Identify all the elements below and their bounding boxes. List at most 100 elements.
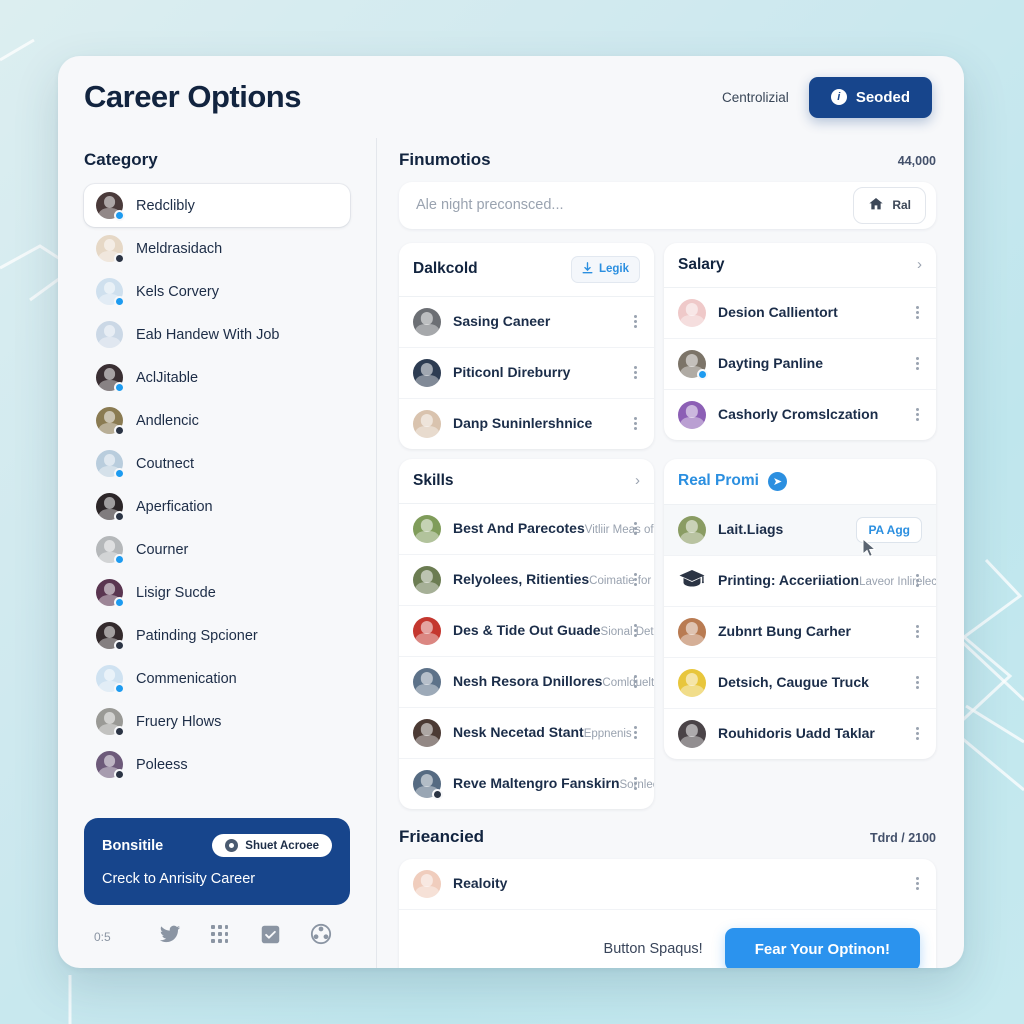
avatar — [678, 617, 706, 646]
list-item[interactable]: Dayting Panline — [664, 339, 936, 390]
verified-badge-icon — [114, 296, 125, 307]
seoded-button[interactable]: i Seoded — [808, 76, 932, 118]
row-menu-icon[interactable] — [631, 621, 640, 640]
card-skills: Skills › Best And ParecotesVitliir Meas of… — [399, 458, 654, 809]
grid-icon[interactable] — [210, 924, 230, 949]
sidebar-item-andlencic[interactable]: Andlencic — [84, 399, 350, 442]
avatar — [96, 708, 125, 737]
row-menu-icon[interactable] — [913, 673, 922, 692]
list-item[interactable]: Cashorly Cromslczation — [664, 390, 936, 440]
checkbox-icon[interactable] — [260, 924, 281, 950]
sidebar-item-poleess[interactable]: Poleess — [84, 743, 350, 786]
list-item[interactable]: Desion Callientort — [664, 288, 936, 339]
sidebar-item-kels-corvery[interactable]: Kels Corvery — [84, 270, 350, 313]
avatar — [96, 493, 125, 522]
page-header: Career Options Centrolizial i Seoded — [58, 56, 964, 138]
list-item-subtitle: Laveor Inlirelect — [859, 575, 936, 588]
sidebar-item-redclibly[interactable]: Redclibly — [84, 184, 350, 227]
row-menu-icon[interactable] — [631, 774, 640, 793]
fear-your-optinon-button[interactable]: Fear Your Optinon! — [724, 927, 920, 968]
row-menu-icon[interactable] — [631, 363, 640, 382]
bottom-row-name: Realoity — [453, 874, 508, 891]
list-item-text: Desion Callientort — [718, 304, 901, 322]
status-badge-dark — [114, 726, 125, 737]
list-item[interactable]: Zubnrt Bung Carher — [664, 607, 936, 658]
avatar — [413, 307, 441, 336]
chevron-right-icon[interactable]: › — [635, 473, 640, 488]
sidebar-item-acljitable[interactable]: AclJitable — [84, 356, 350, 399]
status-badge-dark — [114, 511, 125, 522]
row-menu-icon[interactable] — [631, 672, 640, 691]
row-menu-icon[interactable] — [913, 405, 922, 424]
row-menu-icon[interactable] — [913, 571, 922, 590]
legik-button[interactable]: Legik — [570, 255, 640, 283]
row-menu-icon[interactable] — [913, 354, 922, 373]
list-item[interactable]: Lait.Liags PA Agg — [664, 504, 936, 556]
download-icon — [582, 261, 593, 277]
row-menu-icon[interactable] — [631, 570, 640, 589]
row-menu-icon[interactable] — [631, 723, 640, 742]
list-item[interactable]: Nesh Resora DnilloresComlduelttios — [399, 657, 654, 708]
sidebar-item-lisigr-sucde[interactable]: Lisigr Sucde — [84, 571, 350, 614]
app-window: Career Options Centrolizial i Seoded Cat… — [58, 56, 964, 968]
list-item[interactable]: Des & Tide Out GuadeSional Dethers — [399, 606, 654, 657]
pa-agg-badge[interactable]: PA Agg — [856, 516, 922, 543]
avatar — [413, 869, 441, 898]
avatar — [678, 668, 706, 697]
globe-icon[interactable] — [310, 923, 332, 950]
list-item-title: Lait.Liags — [718, 520, 784, 537]
sidebar-item-label: Meldrasidach — [136, 240, 223, 257]
sidebar-item-meldrasidach[interactable]: Meldrasidach — [84, 227, 350, 270]
avatar — [96, 321, 123, 348]
row-menu-icon[interactable] — [913, 724, 922, 743]
list-item-text: Nesh Resora DnilloresComlduelttios — [453, 673, 654, 691]
status-badge-dark — [114, 425, 125, 436]
sidebar-item-courner[interactable]: Courner — [84, 528, 350, 571]
list-item[interactable]: Sasing Caneer — [399, 297, 654, 348]
main-content: Finumotios 44,000 Ral Dalkcold Legik Sasin… — [377, 138, 964, 968]
list-item-title: Printing: Acceriiation — [718, 571, 860, 588]
avatar — [413, 718, 441, 747]
list-item[interactable]: Piticonl Direburry — [399, 348, 654, 399]
page-title: Career Options — [84, 79, 301, 114]
search-input[interactable] — [416, 197, 854, 214]
sidebar-item-patinding-spcioner[interactable]: Patinding Spcioner — [84, 614, 350, 657]
sidebar-item-label: Fruery Hlows — [136, 713, 222, 730]
row-menu-icon[interactable] — [913, 303, 922, 322]
list-item[interactable]: Detsich, Caugue Truck — [664, 658, 936, 709]
list-item-text: Printing: AcceriiationLaveor Inlirelect — [718, 571, 936, 590]
shuet-acroee-button[interactable]: Shuet Acroee — [212, 834, 332, 857]
chevron-right-icon[interactable]: › — [917, 257, 922, 272]
row-menu-icon[interactable] — [913, 622, 922, 641]
table-row[interactable]: Realoity — [399, 859, 936, 910]
list-item[interactable]: Printing: AcceriiationLaveor Inlirelect — [664, 556, 936, 607]
cta-label: Button Spaqus! — [603, 941, 703, 958]
send-badge-icon[interactable]: ➤ — [767, 471, 787, 491]
row-menu-icon[interactable] — [631, 312, 640, 331]
avatar — [413, 667, 441, 696]
sidebar-item-eab-handew-with-job[interactable]: Eab Handew With Job — [84, 313, 350, 356]
avatar — [678, 298, 706, 327]
ral-button[interactable]: Ral — [853, 186, 926, 224]
list-item[interactable]: Relyolees, RitientiesCoimatie for INeaom… — [399, 555, 654, 606]
sidebar-item-commenication[interactable]: Commenication — [84, 657, 350, 700]
sidebar-item-fruery-hlows[interactable]: Fruery Hlows — [84, 700, 350, 743]
row-menu-icon[interactable] — [631, 519, 640, 538]
avatar — [96, 278, 125, 307]
avatar — [96, 364, 125, 393]
header-actions: Centrolizial i Seoded — [722, 76, 932, 118]
list-item[interactable]: Best And ParecotesVitliir Meas of Cpmrac… — [399, 504, 654, 555]
card-real-promi: Real Promi ➤ Lait.Liags PA Agg Printing: Acc… — [664, 458, 936, 759]
promo-card-top: Bonsitile Shuet Acroee — [102, 834, 332, 857]
list-item-title: Piticonl Direburry — [453, 363, 571, 380]
bird-icon[interactable] — [159, 923, 181, 950]
sidebar-item-coutnect[interactable]: Coutnect — [84, 442, 350, 485]
list-item[interactable]: Nesk Necetad StantEppnenis — [399, 708, 654, 759]
list-item[interactable]: Reve Maltengro FanskirnSornleeting — [399, 759, 654, 809]
promo-card: Bonsitile Shuet Acroee Creck to Anrisity… — [84, 818, 350, 905]
list-item[interactable]: Rouhidoris Uadd Taklar — [664, 709, 936, 759]
sidebar-item-aperfication[interactable]: Aperfication — [84, 485, 350, 528]
row-menu-icon[interactable] — [631, 414, 640, 433]
row-menu-icon[interactable] — [913, 874, 922, 893]
list-item[interactable]: Danp Suninlershnice — [399, 399, 654, 449]
